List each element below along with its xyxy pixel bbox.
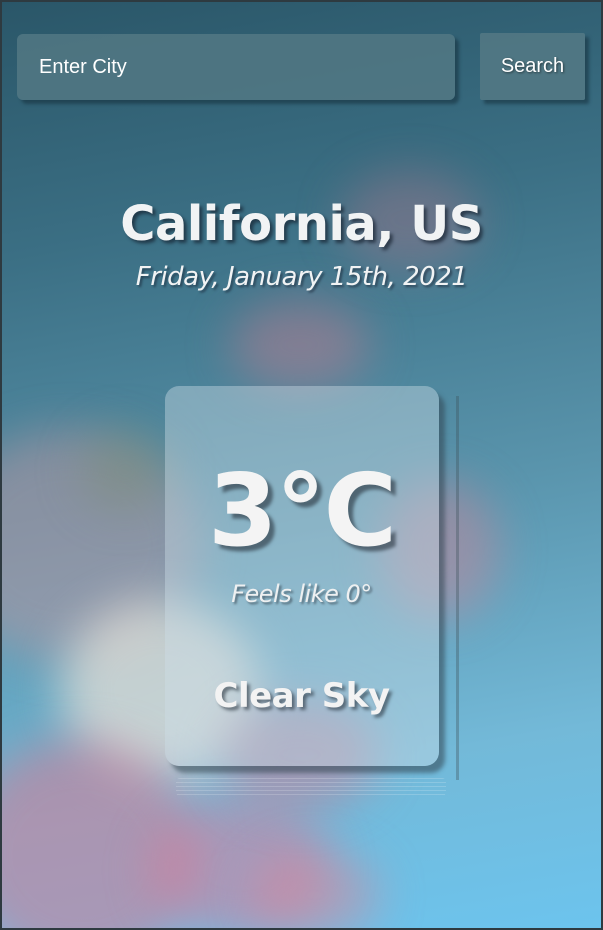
feels-like-text: Feels like 0° — [231, 580, 372, 608]
card-reflection-decoration — [176, 778, 446, 796]
current-date: Friday, January 15th, 2021 — [135, 262, 468, 292]
search-button[interactable]: Search — [480, 33, 585, 100]
location-title: California, US — [120, 196, 483, 252]
weather-condition: Clear Sky — [213, 676, 390, 716]
temperature-value: 3°C — [208, 452, 397, 569]
city-search-input[interactable] — [17, 34, 455, 100]
